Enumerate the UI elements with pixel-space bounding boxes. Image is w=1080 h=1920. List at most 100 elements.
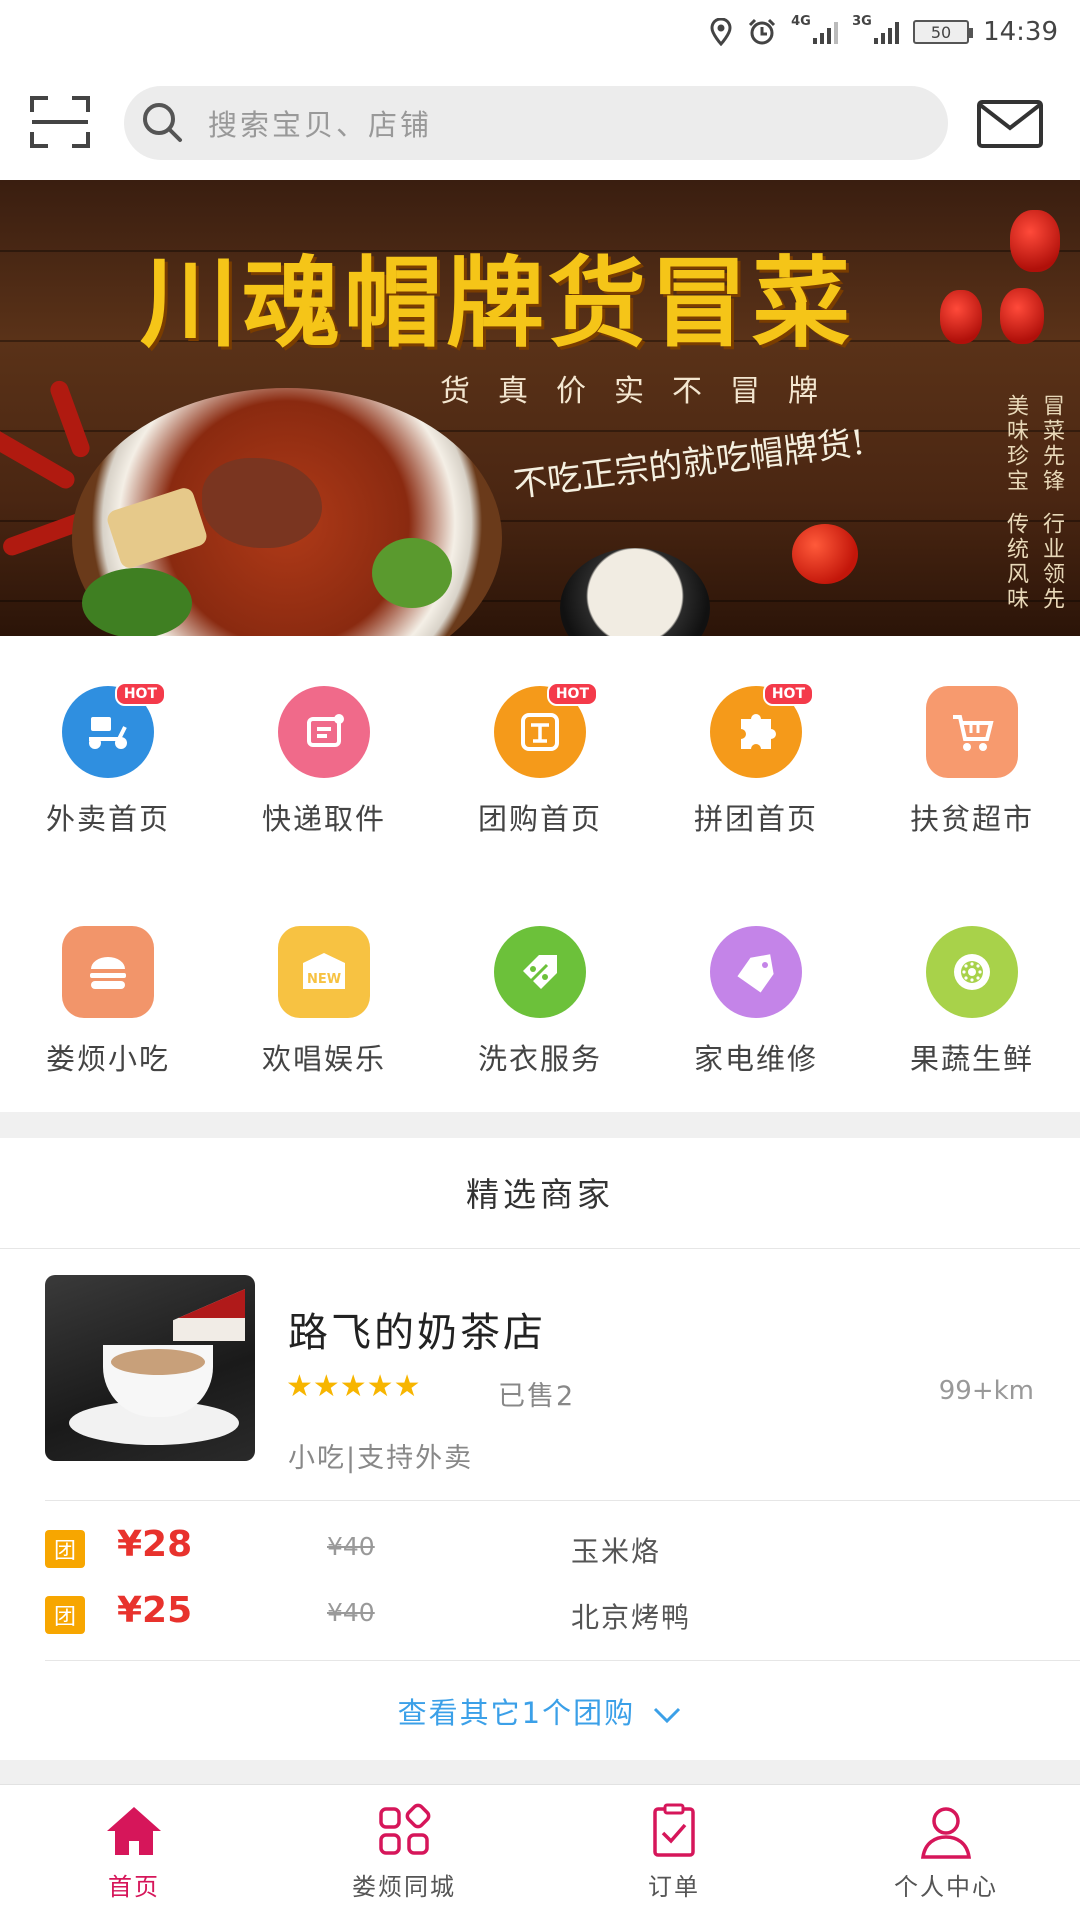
- banner-side-text: 传统风味: [1003, 512, 1028, 612]
- category-label: 洗衣服务: [477, 1042, 602, 1076]
- divider: [0, 1248, 1080, 1249]
- banner-subtitle: 货真价实不冒牌: [440, 374, 846, 409]
- battery-level: 50: [930, 22, 952, 42]
- new-icon: NEW: [278, 926, 370, 1018]
- tab-profile[interactable]: 个人中心: [856, 1803, 1036, 1902]
- category-fresh-produce[interactable]: 果蔬生鲜: [864, 926, 1080, 1078]
- scan-button[interactable]: [30, 96, 90, 148]
- banner-side-text: 冒菜先锋: [1039, 394, 1064, 494]
- section-title: 精选商家: [466, 1175, 614, 1214]
- hot-badge: HOT: [762, 682, 814, 706]
- top-header: 搜索宝贝、店铺: [0, 64, 1080, 180]
- scan-icon: [30, 96, 90, 148]
- tab-home[interactable]: 首页: [44, 1803, 224, 1902]
- category-label: 扶贫超市: [909, 802, 1034, 836]
- group-buy-icon: HOT: [494, 682, 598, 778]
- tab-label: 订单: [648, 1873, 700, 1901]
- search-icon: [143, 103, 182, 142]
- tab-label: 首页: [108, 1873, 160, 1901]
- banner-title: 川魂帽牌货冒菜: [140, 246, 855, 361]
- deal-original-price: ¥40: [327, 1532, 375, 1561]
- section-divider: [0, 1112, 1080, 1138]
- category-ktv-entertainment[interactable]: NEW 欢唱娱乐: [216, 926, 432, 1078]
- shop-thumbnail: [45, 1275, 255, 1461]
- tab-local-city[interactable]: 娄烦同城: [314, 1803, 494, 1902]
- tomato-image: [792, 524, 858, 584]
- category-label: 欢唱娱乐: [261, 1042, 386, 1076]
- alarm-icon: [749, 18, 776, 45]
- clock: 14:39: [983, 17, 1058, 47]
- status-bar: 4G 3G 50 14:39: [0, 0, 1080, 64]
- category-label: 快递取件: [261, 802, 386, 836]
- banner-side-text: 行业领先: [1039, 512, 1064, 612]
- chevron-down-icon: [654, 1707, 681, 1724]
- deal-original-price: ¥40: [327, 1598, 375, 1627]
- divider: [45, 1500, 1080, 1501]
- category-label: 团购首页: [477, 802, 602, 836]
- category-label: 娄烦小吃: [45, 1042, 170, 1076]
- category-appliance-repair[interactable]: 家电维修: [648, 926, 864, 1078]
- promo-banner[interactable]: 川魂帽牌货冒菜 货真价实不冒牌 不吃正宗的就吃帽牌货! 冒菜先锋 美味珍宝 行业…: [0, 180, 1080, 636]
- tab-orders[interactable]: 订单: [584, 1803, 764, 1902]
- deal-name: 北京烤鸭: [571, 1601, 692, 1634]
- rice-bowl-image: [560, 548, 710, 636]
- cart-icon: [926, 686, 1018, 778]
- hot-badge: HOT: [546, 682, 598, 706]
- grid-icon: [379, 1803, 431, 1855]
- tab-label: 娄烦同城: [352, 1873, 456, 1901]
- battery-icon: 50: [913, 20, 974, 44]
- star-icons: ★★★★★: [286, 1369, 421, 1404]
- new-icon-text: NEW: [307, 972, 341, 987]
- group-buy-badge: 团: [45, 1530, 85, 1568]
- signal-4g-icon: 4G: [791, 14, 839, 44]
- category-express-pickup[interactable]: 快递取件: [216, 686, 432, 838]
- hot-badge: HOT: [114, 682, 166, 706]
- search-placeholder: 搜索宝贝、店铺: [208, 108, 433, 142]
- tag-percent-icon: [494, 926, 586, 1018]
- category-label: 外卖首页: [45, 802, 170, 836]
- banner-slogan: 不吃正宗的就吃帽牌货!: [511, 422, 868, 506]
- home-icon: [107, 1807, 161, 1855]
- price-tag-icon: [710, 926, 802, 1018]
- messages-button[interactable]: [977, 100, 1043, 148]
- category-local-snacks[interactable]: 娄烦小吃: [0, 926, 216, 1078]
- shop-tags: 小吃|支持外卖: [288, 1443, 474, 1474]
- category-laundry[interactable]: 洗衣服务: [432, 926, 648, 1078]
- signal-3g-icon: 3G: [852, 14, 900, 44]
- view-more-label: 查看其它1个团购: [397, 1696, 636, 1730]
- category-group-buy[interactable]: HOT 团购首页: [432, 682, 648, 838]
- category-label: 拼团首页: [693, 802, 818, 836]
- divider: [45, 1660, 1080, 1661]
- view-more-deals-link[interactable]: 查看其它1个团购: [0, 1690, 1080, 1732]
- banner-side-text: 美味珍宝: [1003, 394, 1028, 494]
- search-bar[interactable]: 搜索宝贝、店铺: [124, 86, 948, 160]
- location-icon: [710, 18, 732, 46]
- star-rating: ★★★★★: [286, 1372, 420, 1402]
- scooter-icon: HOT: [62, 682, 166, 778]
- shop-distance: 99+km: [938, 1376, 1034, 1406]
- category-poverty-market[interactable]: 扶贫超市: [864, 686, 1080, 838]
- shop-name: 路飞的奶茶店: [288, 1310, 546, 1356]
- category-label: 果蔬生鲜: [909, 1042, 1034, 1076]
- user-icon: [920, 1807, 972, 1859]
- section-divider: [0, 1760, 1080, 1784]
- deal-row[interactable]: 团 ¥25 ¥40 北京烤鸭: [45, 1590, 1045, 1634]
- deal-row[interactable]: 团 ¥28 ¥40 玉米烙: [45, 1524, 1045, 1568]
- category-label: 家电维修: [693, 1042, 818, 1076]
- deal-name: 玉米烙: [571, 1535, 662, 1568]
- tab-label: 个人中心: [894, 1873, 998, 1901]
- delivery-icon: [278, 686, 370, 778]
- deal-price: ¥28: [117, 1524, 193, 1565]
- sold-count: 已售2: [498, 1381, 576, 1412]
- category-takeout[interactable]: HOT 外卖首页: [0, 682, 216, 838]
- burger-icon: [62, 926, 154, 1018]
- group-buy-badge: 团: [45, 1596, 85, 1634]
- mail-icon: [977, 100, 1043, 148]
- kiwi-icon: [926, 926, 1018, 1018]
- bottom-tab-bar: 首页 娄烦同城 订单 个人中心: [0, 1784, 1080, 1920]
- puzzle-icon: HOT: [710, 682, 814, 778]
- clipboard-check-icon: [653, 1803, 695, 1857]
- hotpot-bowl-image: [72, 388, 502, 636]
- deal-price: ¥25: [117, 1590, 193, 1631]
- category-team-buy[interactable]: HOT 拼团首页: [648, 682, 864, 838]
